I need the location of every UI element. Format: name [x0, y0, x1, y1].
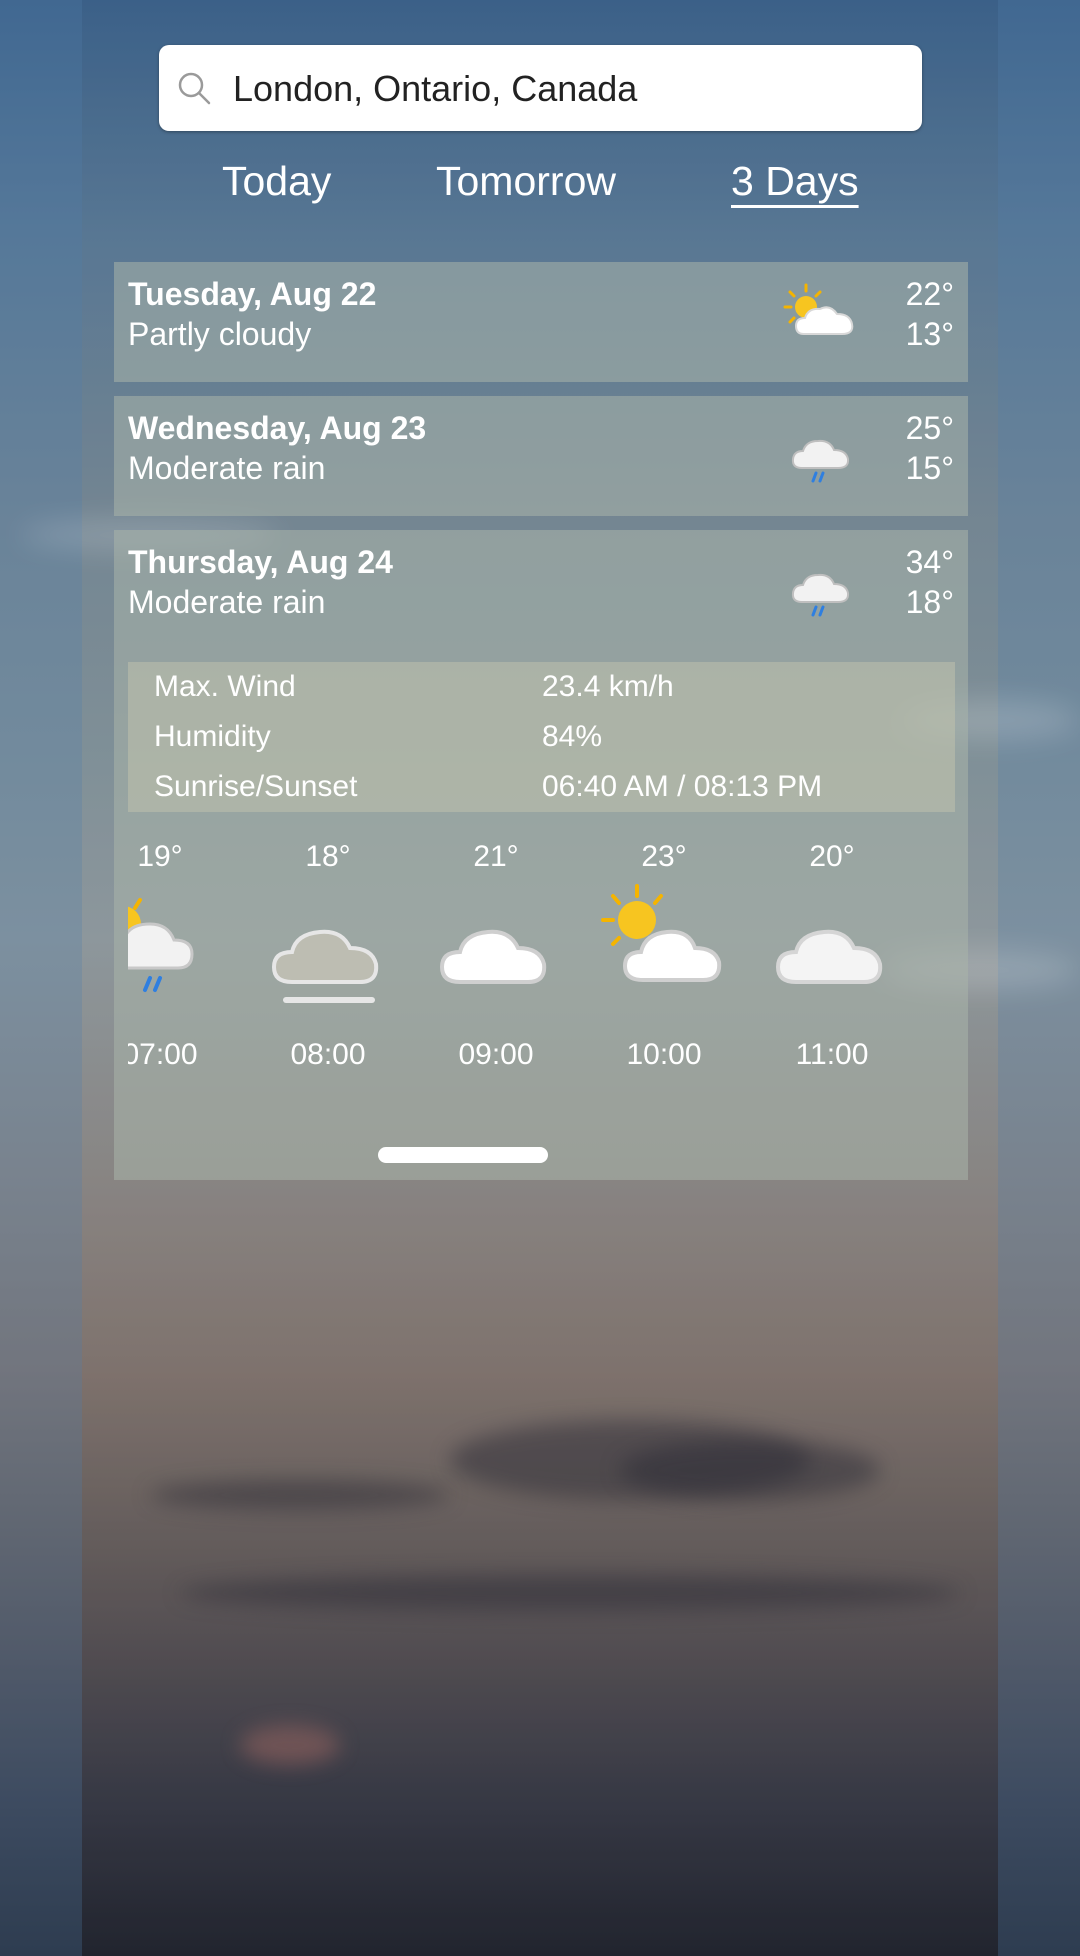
tab-3-days[interactable]: 3 Days [731, 158, 859, 205]
day-name: Thursday, Aug 24 [128, 544, 393, 580]
day-high-temp: 25° [905, 410, 954, 446]
hour-temp: 20° [809, 840, 855, 873]
day-condition: Moderate rain [128, 584, 326, 620]
cloud-icon [775, 929, 883, 984]
day-low-temp: 15° [905, 450, 954, 486]
sun-cloud-rain-icon [128, 898, 194, 992]
day-card-thursday[interactable]: Thursday, Aug 24 Moderate rain 34° 18° M… [114, 530, 968, 1180]
fog-icon [271, 929, 379, 1003]
hour-temp: 23° [641, 840, 687, 873]
day-condition: Partly cloudy [128, 316, 312, 352]
day-card-wednesday[interactable]: Wednesday, Aug 23 Moderate rain 25° 15° [114, 396, 968, 516]
dark-cloud [150, 1480, 450, 1510]
day-condition: Moderate rain [128, 450, 326, 486]
background-edge-left [0, 0, 82, 1956]
day-name: Wednesday, Aug 23 [128, 410, 427, 446]
partly-cloudy-icon [601, 884, 722, 982]
detail-label-max-wind: Max. Wind [154, 670, 296, 703]
search-bar[interactable] [159, 45, 922, 133]
cloud-icon [439, 929, 547, 984]
day-high-temp: 22° [905, 276, 954, 312]
partly-cloudy-icon [783, 283, 854, 335]
search-icon[interactable] [177, 71, 211, 105]
scroll-handle[interactable] [378, 1147, 548, 1163]
tab-today[interactable]: Today [222, 158, 331, 205]
dark-cloud [180, 1575, 960, 1611]
hour-temp: 21° [473, 840, 519, 873]
day-name: Tuesday, Aug 22 [128, 276, 377, 312]
detail-label-sunrise-sunset: Sunrise/Sunset [154, 770, 358, 803]
dark-cloud [620, 1440, 880, 1500]
rain-icon [791, 439, 850, 483]
day-details: Max. Wind 23.4 km/h Humidity 84% Sunrise… [128, 662, 955, 812]
day-card-tuesday[interactable]: Tuesday, Aug 22 Partly cloudy 22° 13° [114, 262, 968, 382]
detail-value-sunrise-sunset: 06:40 AM / 08:13 PM [542, 770, 823, 803]
detail-label-humidity: Humidity [154, 720, 271, 753]
dark-cloud [240, 1725, 340, 1765]
hour-time: 10:00 [626, 1038, 702, 1071]
search-input[interactable] [231, 45, 905, 133]
hour-time: 07:00 [128, 1038, 198, 1071]
detail-value-humidity: 84% [542, 720, 603, 753]
day-high-temp: 34° [905, 544, 954, 580]
hourly-forecast-strip[interactable]: 19° 07:00 18° 08:00 21° 09:00 23° 10:00 … [128, 830, 955, 1130]
hour-temp: 19° [137, 840, 183, 873]
tab-tomorrow[interactable]: Tomorrow [436, 158, 616, 205]
day-low-temp: 13° [905, 316, 954, 352]
day-low-temp: 18° [905, 584, 954, 620]
forecast-tabs: Today Tomorrow 3 Days [0, 150, 1080, 220]
detail-value-max-wind: 23.4 km/h [542, 670, 674, 703]
hour-temp: 18° [305, 840, 351, 873]
hour-time: 11:00 [795, 1038, 869, 1071]
rain-icon [791, 573, 850, 617]
hour-time: 08:00 [290, 1038, 366, 1071]
hour-time: 09:00 [458, 1038, 534, 1071]
